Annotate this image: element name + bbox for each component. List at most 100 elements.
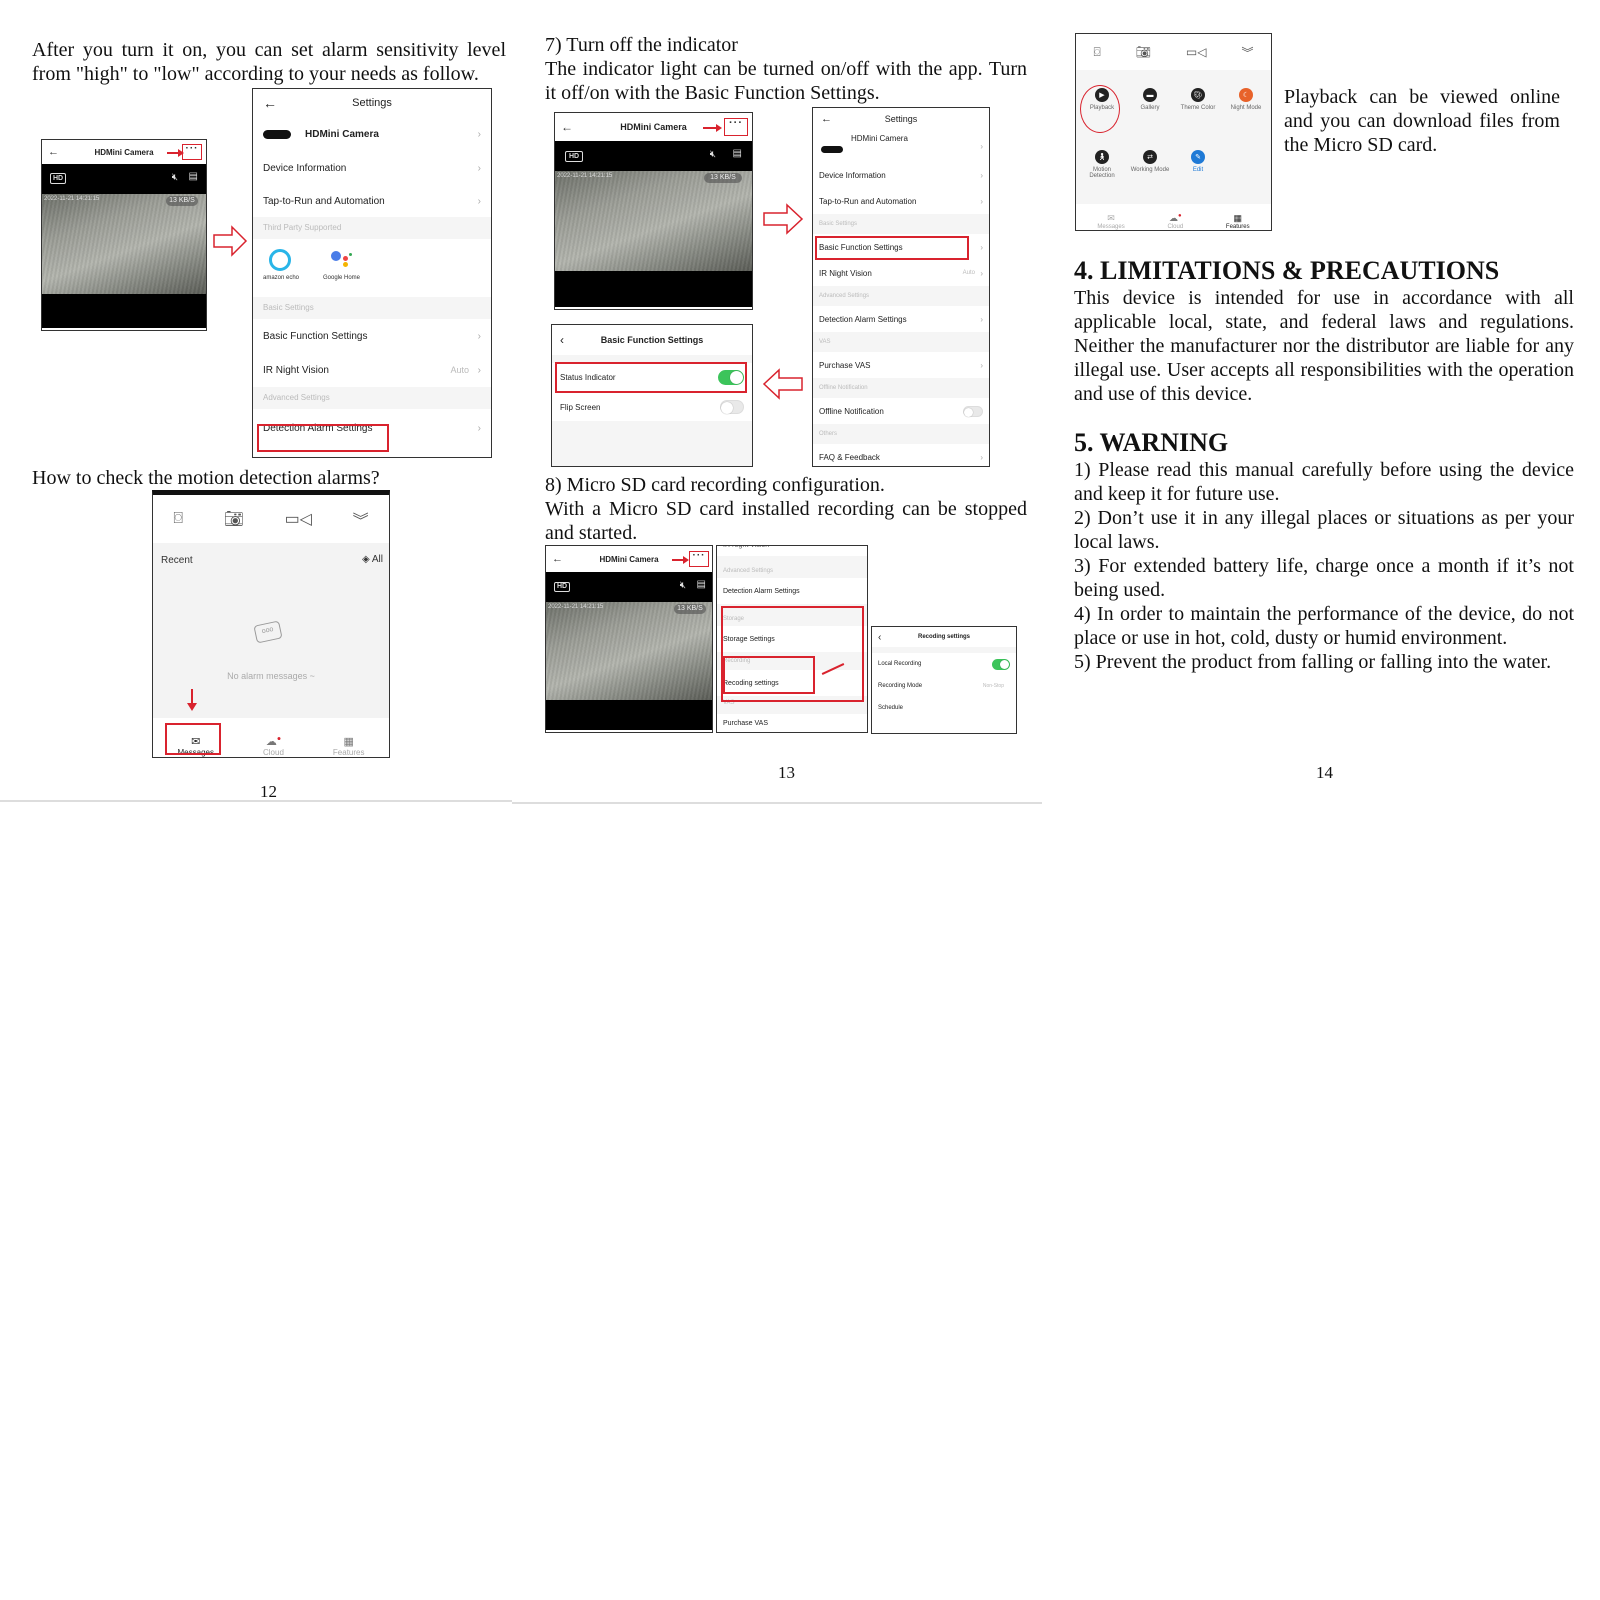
red-pointer-arrow [167, 149, 184, 157]
camera-video-feed: 2022-11-21 14:21:15 13 KB/S [555, 171, 752, 271]
arrow-head [187, 703, 197, 711]
row-label: Purchase VAS [723, 719, 769, 727]
camera-icon: 📷︎ [1135, 45, 1151, 59]
settings-row[interactable]: IR Night Vision Auto › [813, 260, 989, 286]
chevron-right-icon: › [980, 242, 983, 252]
tab-features[interactable]: ▦ Features [1226, 213, 1250, 230]
third-party-row: amazon echo Google Home [253, 239, 491, 297]
screenshot-icon: ⌼ [1093, 44, 1101, 59]
section-header: Advanced Settings [253, 387, 491, 409]
row-label: Device Information [819, 170, 886, 180]
grid-icon: ▦ [1233, 213, 1243, 223]
camera-controls: ⌼ 📷︎ ▭◁ ︾ [153, 503, 389, 535]
tab-label: Features [1225, 224, 1250, 230]
section-header: Advanced Settings [717, 556, 867, 578]
highlight-box [257, 424, 389, 452]
cloud-icon: ☁● [1169, 213, 1182, 223]
recording-title: Recoding settings [917, 634, 970, 640]
section-header: Offline Notification [813, 378, 989, 398]
settings-row[interactable]: Offline Notification [813, 398, 989, 424]
camera-icon: 📷︎ [223, 511, 244, 528]
cloud-icon: ☁● [265, 735, 282, 748]
section-label: VAS [819, 339, 831, 345]
chevron-right-icon: › [477, 162, 481, 174]
camera-header: ← HDMini Camera ··· [546, 546, 712, 572]
playback-text: Playback can be viewed online and you ca… [1284, 86, 1560, 156]
fullscreen-icon: ▤ [188, 171, 198, 182]
tab-bar: ✉ Messages ☁● Cloud ▦ Features [1076, 206, 1271, 230]
section-label: Advanced Settings [263, 393, 330, 402]
filter-all-button[interactable]: ◈ All [362, 554, 383, 565]
chevron-right-icon: › [477, 128, 481, 140]
hd-badge: HD [554, 582, 570, 592]
camera-screenshot-2: ← HDMini Camera ··· HD 🔇︎ ▤ 2022-11-21 1… [545, 545, 713, 733]
settings-row: Basic Function Settings › [253, 319, 491, 353]
tab-features[interactable]: ▦ Features [333, 735, 365, 757]
tab-messages[interactable]: ✉ Messages [1097, 213, 1124, 230]
highlight-box [165, 723, 221, 755]
row-value: Auto [450, 365, 469, 375]
fullscreen-icon: ▤ [732, 148, 742, 159]
local-recording-toggle[interactable] [992, 658, 1010, 670]
toggle-switch[interactable] [963, 405, 983, 417]
row-label: Detection Alarm Settings [723, 587, 800, 595]
settings-row[interactable]: FAQ & Feedback › [813, 444, 989, 466]
section-label: Advanced Settings [819, 293, 870, 299]
back-arrow-icon: ← [263, 95, 277, 111]
settings-row: Device Information › [253, 151, 491, 185]
recent-label: Recent [161, 555, 193, 566]
feature-edit[interactable]: ✎ Edit [1178, 150, 1218, 173]
chevron-right-icon: › [477, 422, 481, 434]
camera-header: ← HDMini Camera ··· [555, 113, 752, 141]
back-chevron-icon: ‹ [878, 631, 882, 643]
empty-message: No alarm messages ~ [227, 671, 315, 681]
feature-motion-detection[interactable]: 🚶︎ Motion Detection [1082, 150, 1122, 179]
chevron-right-icon: › [980, 196, 983, 206]
right-arrow-icon [213, 225, 248, 257]
feature-working-mode[interactable]: ⇄ Working Mode [1130, 150, 1170, 173]
camera-video-feed: 2022-11-21 14:21:15 13 KB/S [546, 602, 712, 700]
feature-gallery[interactable]: ▬ Gallery [1130, 88, 1170, 111]
feature-label: Motion Detection [1089, 167, 1115, 179]
page13-text8: With a Micro SD card installed recording… [545, 498, 1027, 544]
page-number-12: 12 [260, 782, 277, 801]
settings-row[interactable]: Tap-to-Run and Automation › [813, 188, 989, 214]
flip-screen-toggle[interactable] [720, 400, 744, 414]
tab-cloud[interactable]: ☁● Cloud [263, 735, 284, 757]
flip-screen-row: Flip Screen [552, 393, 752, 421]
settings-row[interactable]: Basic Function Settings › [813, 234, 989, 260]
settings-row[interactable]: Purchase VAS › [813, 352, 989, 378]
tab-label: Messages [1097, 224, 1125, 230]
tab-label: Cloud [1167, 224, 1184, 230]
device-row: HDMini Camera › [813, 130, 989, 162]
page12-question: How to check the motion detection alarms… [32, 467, 380, 489]
chevron-right-icon: › [477, 364, 481, 376]
settings-row[interactable]: Device Information › [813, 162, 989, 188]
chevron-right-icon: › [980, 452, 983, 462]
motion-detection-icon: 🚶︎ [1095, 150, 1109, 164]
expand-icon: ︾ [1241, 45, 1254, 60]
section-label: Third Party Supported [263, 223, 342, 232]
feature-theme-color[interactable]: 🎨︎ Theme Color [1178, 88, 1218, 111]
layers-icon: ◈ [361, 554, 372, 565]
grid-icon: ▦ [343, 736, 354, 748]
camera-device-icon [263, 129, 291, 139]
chevron-right-icon: › [980, 314, 983, 324]
settings-title: Settings [884, 114, 918, 124]
device-name: HDMini Camera [851, 134, 908, 143]
settings-row[interactable]: Detection Alarm Settings › [813, 306, 989, 332]
settings-screenshot: ← Settings HDMini Camera › Device Inform… [812, 107, 990, 467]
row-label: IR Night Vision [263, 364, 329, 376]
camera-toolbar: HD 🔇︎ ▤ [42, 164, 206, 194]
chevron-right-icon: › [980, 360, 983, 370]
highlight-box [815, 236, 969, 260]
feature-night-mode[interactable]: ☾ Night Mode [1226, 88, 1266, 111]
mute-icon: 🔇︎ [709, 149, 716, 160]
messages-screenshot: ⌼ 📷︎ ▭◁ ︾ Recent ◈ All ooo No alarm mess… [152, 490, 390, 758]
more-options-icon: ··· [182, 144, 202, 160]
settings-title: Settings [352, 97, 392, 109]
settings-header: ← Settings [813, 108, 989, 130]
more-options-icon: ··· [724, 118, 748, 136]
tab-cloud[interactable]: ☁● Cloud [1167, 213, 1183, 230]
hd-badge: HD [50, 173, 66, 184]
